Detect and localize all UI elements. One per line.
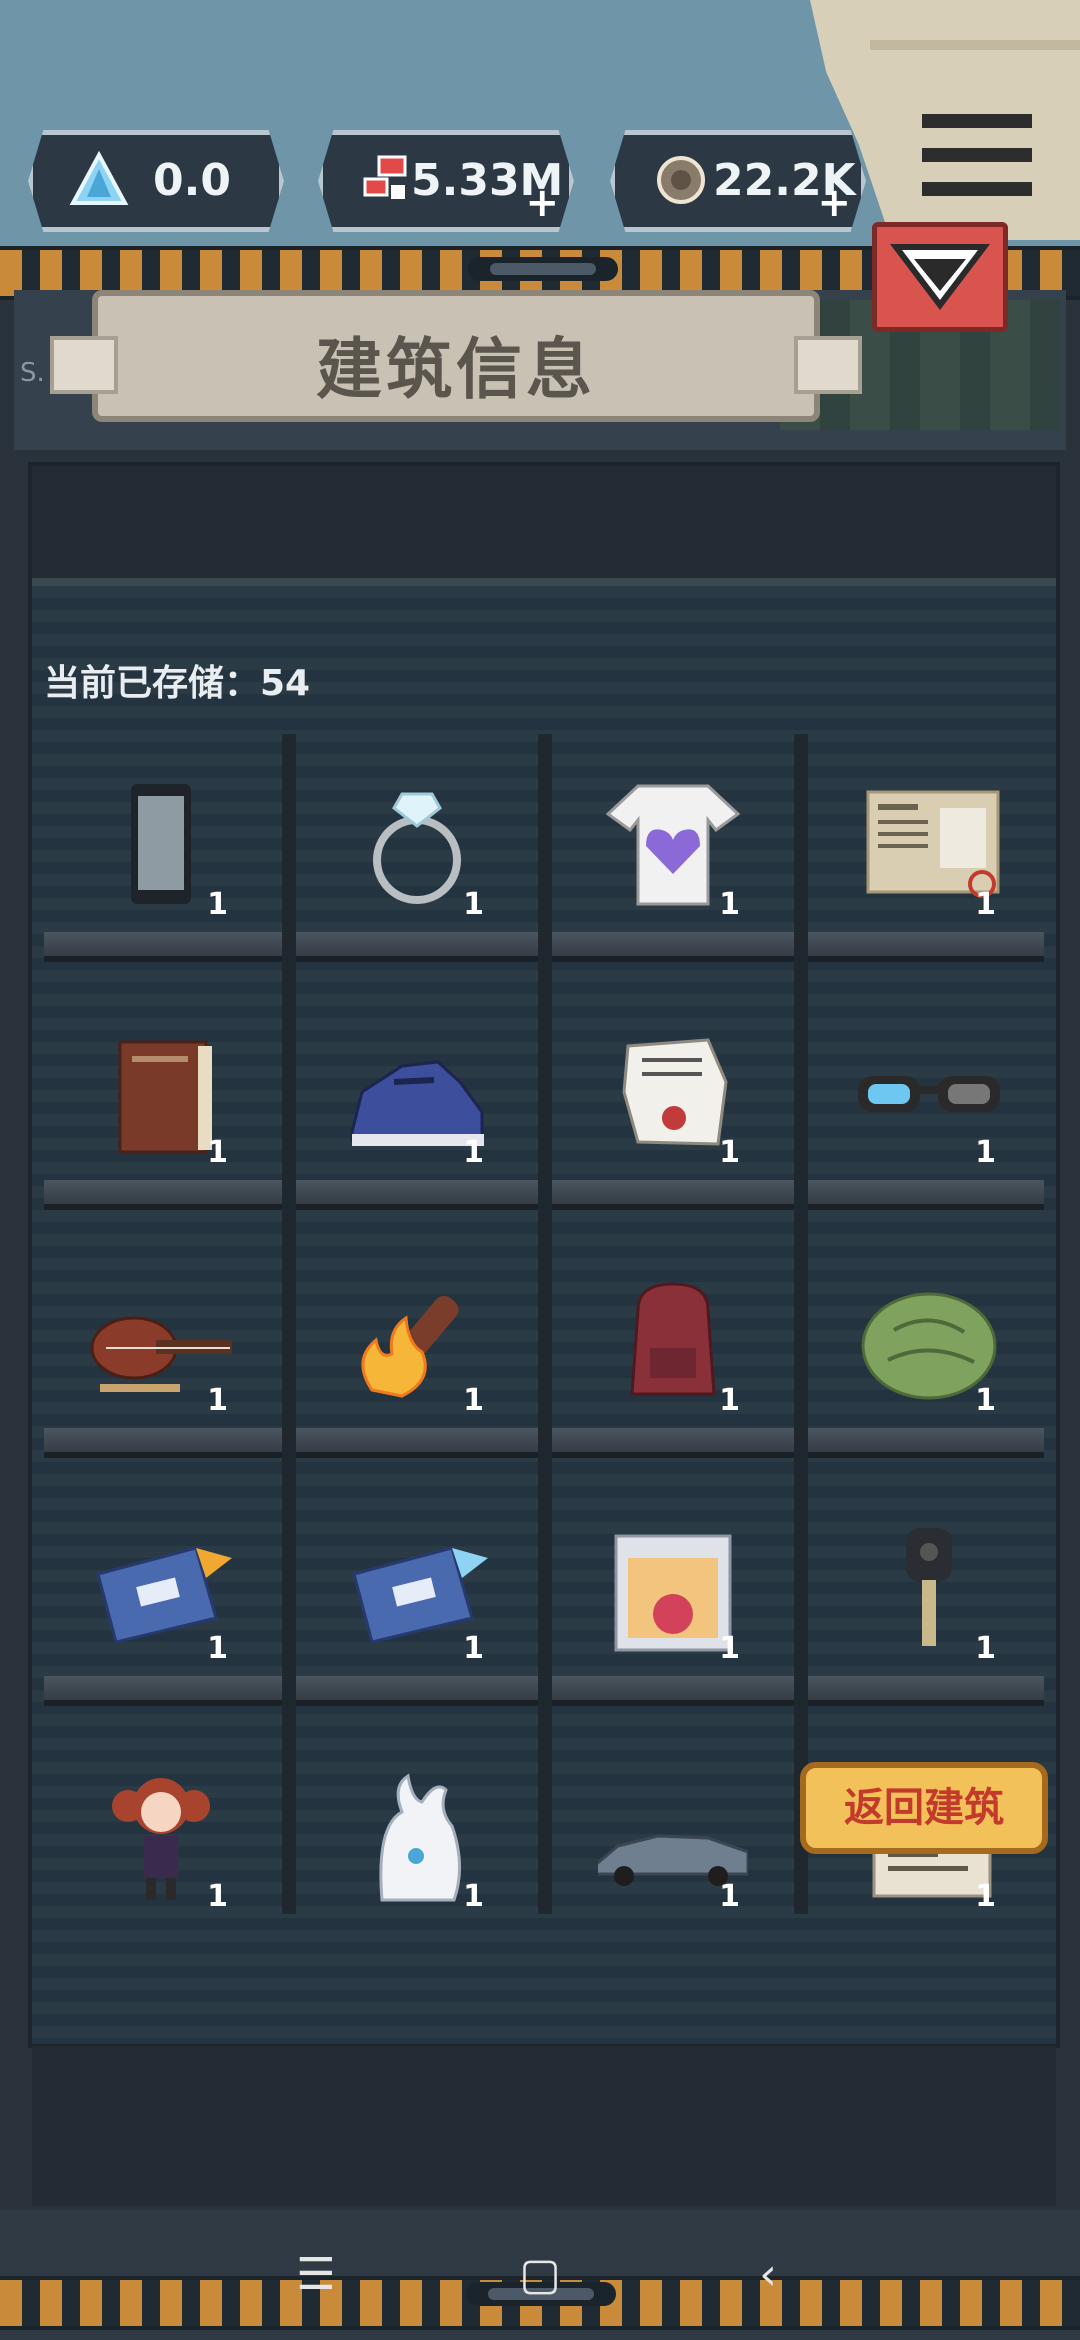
back-button[interactable]: ‹ xyxy=(728,2240,808,2310)
triangle-down-icon xyxy=(890,244,990,310)
item-cell[interactable]: 1 xyxy=(300,1726,534,1948)
storage-count-label: 当前已存储：54 xyxy=(44,663,311,704)
item-count: 1 xyxy=(719,1879,740,1914)
item-count: 1 xyxy=(207,887,228,922)
ticket-resource[interactable]: 5.33M + xyxy=(318,130,574,232)
add-ticket-button[interactable]: + xyxy=(525,183,559,223)
item-count: 1 xyxy=(975,1135,996,1170)
item-count: 1 xyxy=(975,887,996,922)
panel-footer xyxy=(32,2046,1056,2206)
item-cell[interactable]: 1 xyxy=(812,734,1046,956)
item-count: 1 xyxy=(463,887,484,922)
item-cell[interactable]: 1 xyxy=(44,734,278,956)
item-cell[interactable]: 1 xyxy=(556,734,790,956)
item-count: 1 xyxy=(207,1631,228,1666)
item-cell[interactable]: 1 xyxy=(300,734,534,956)
item-cell[interactable]: 1 xyxy=(556,1478,790,1700)
item-cell[interactable]: 1 xyxy=(44,1478,278,1700)
ticket-icon xyxy=(363,155,407,199)
title-plate: 建筑信息 xyxy=(50,290,862,422)
item-count: 1 xyxy=(975,1879,996,1914)
item-count: 1 xyxy=(463,1135,484,1170)
item-cell[interactable]: 1 xyxy=(556,982,790,1204)
shelf-divider xyxy=(282,734,296,1914)
coin-icon xyxy=(657,156,705,204)
item-cell[interactable]: 1 xyxy=(812,982,1046,1204)
shelf-divider xyxy=(794,734,808,1914)
item-count: 1 xyxy=(975,1631,996,1666)
item-count: 1 xyxy=(463,1879,484,1914)
item-cell[interactable]: 1 xyxy=(300,1478,534,1700)
collapse-button[interactable] xyxy=(872,222,1008,332)
sign-text: S. xyxy=(20,358,45,388)
crystal-value: 0.0 xyxy=(153,155,231,206)
coin-resource[interactable]: 22.2K + xyxy=(610,130,866,232)
item-cell[interactable]: 1 xyxy=(556,1726,790,1948)
top-drag-handle[interactable] xyxy=(468,257,618,281)
crystal-resource[interactable]: 0.0 xyxy=(28,130,284,232)
game-screen: 0.0 5.33M + 22.2K + S. 建筑信息 当前已存储：54 1 1… xyxy=(0,0,1080,2340)
item-cell[interactable]: 1 xyxy=(812,1230,1046,1452)
add-coin-button[interactable]: + xyxy=(817,183,851,223)
page-title: 建筑信息 xyxy=(316,331,596,408)
menu-button[interactable] xyxy=(922,112,1032,198)
menu-bar-icon xyxy=(922,148,1032,162)
item-grid: 1 1 1 1 1 1 1 1 1 1 1 1 1 1 1 1 1 1 1 1 xyxy=(44,734,1044,1914)
item-count: 1 xyxy=(719,1631,740,1666)
item-cell[interactable]: 1 xyxy=(812,1478,1046,1700)
item-count: 1 xyxy=(975,1383,996,1418)
item-cell[interactable]: 1 xyxy=(556,1230,790,1452)
item-count: 1 xyxy=(207,1135,228,1170)
panel-header xyxy=(32,466,1056,586)
crystal-icon xyxy=(69,151,129,205)
item-count: 1 xyxy=(463,1631,484,1666)
item-cell[interactable]: 1 xyxy=(300,982,534,1204)
item-count: 1 xyxy=(207,1383,228,1418)
item-cell[interactable]: 1 xyxy=(44,1230,278,1452)
item-count: 1 xyxy=(719,887,740,922)
home-button[interactable]: ▢ xyxy=(500,2240,580,2310)
shelf-divider xyxy=(538,734,552,1914)
item-count: 1 xyxy=(719,1135,740,1170)
item-count: 1 xyxy=(463,1383,484,1418)
menu-bar-icon xyxy=(922,114,1032,128)
item-cell[interactable]: 1 xyxy=(44,1726,278,1948)
item-count: 1 xyxy=(207,1879,228,1914)
item-count: 1 xyxy=(719,1383,740,1418)
menu-bar-icon xyxy=(922,182,1032,196)
recent-apps-button[interactable]: ☰ xyxy=(276,2240,356,2310)
item-cell[interactable]: 1 xyxy=(44,982,278,1204)
return-to-building-button[interactable]: 返回建筑 xyxy=(800,1762,1048,1854)
item-cell[interactable]: 1 xyxy=(300,1230,534,1452)
